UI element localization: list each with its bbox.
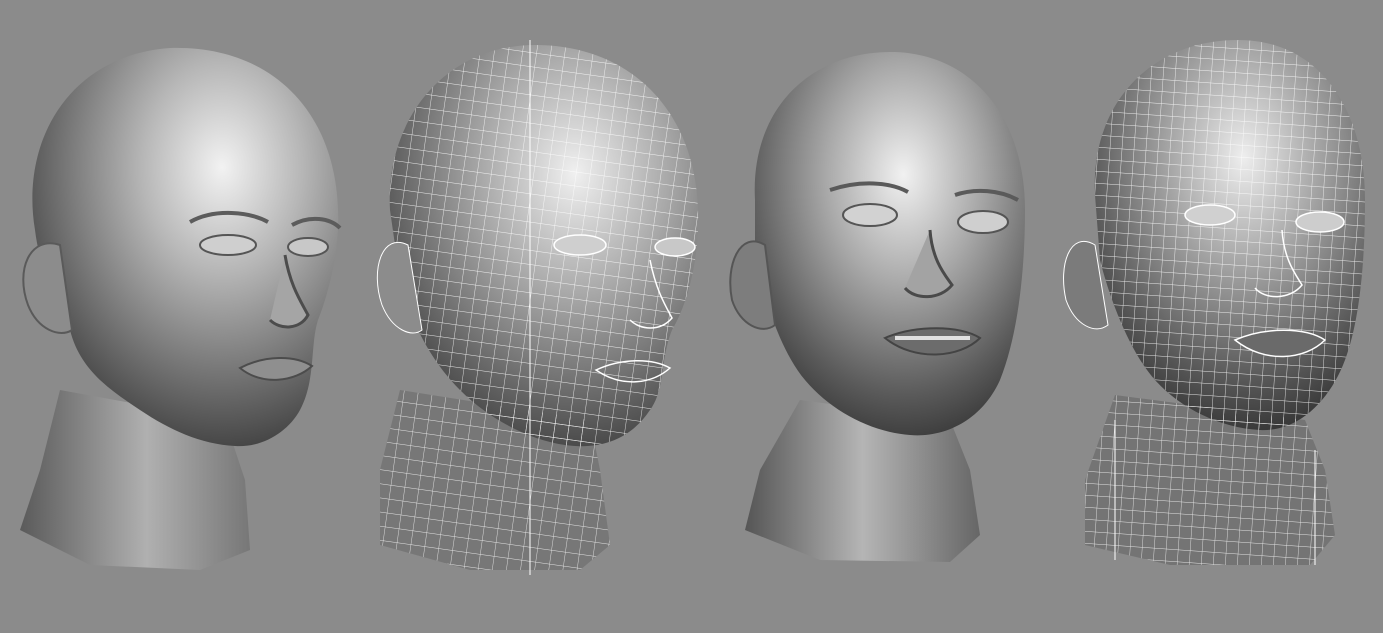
head-child-wireframe[interactable] <box>1060 0 1383 633</box>
3d-viewport[interactable] <box>0 0 1383 633</box>
head-female-shaded-render <box>20 47 342 570</box>
head-female-wireframe-render <box>376 40 699 575</box>
head-child-shaded-render <box>729 51 1025 562</box>
head-child-wireframe-render <box>1063 40 1365 565</box>
head-female-wireframe[interactable] <box>360 0 720 633</box>
head-child-shaded[interactable] <box>720 0 1060 633</box>
head-female-shaded[interactable] <box>0 0 360 633</box>
